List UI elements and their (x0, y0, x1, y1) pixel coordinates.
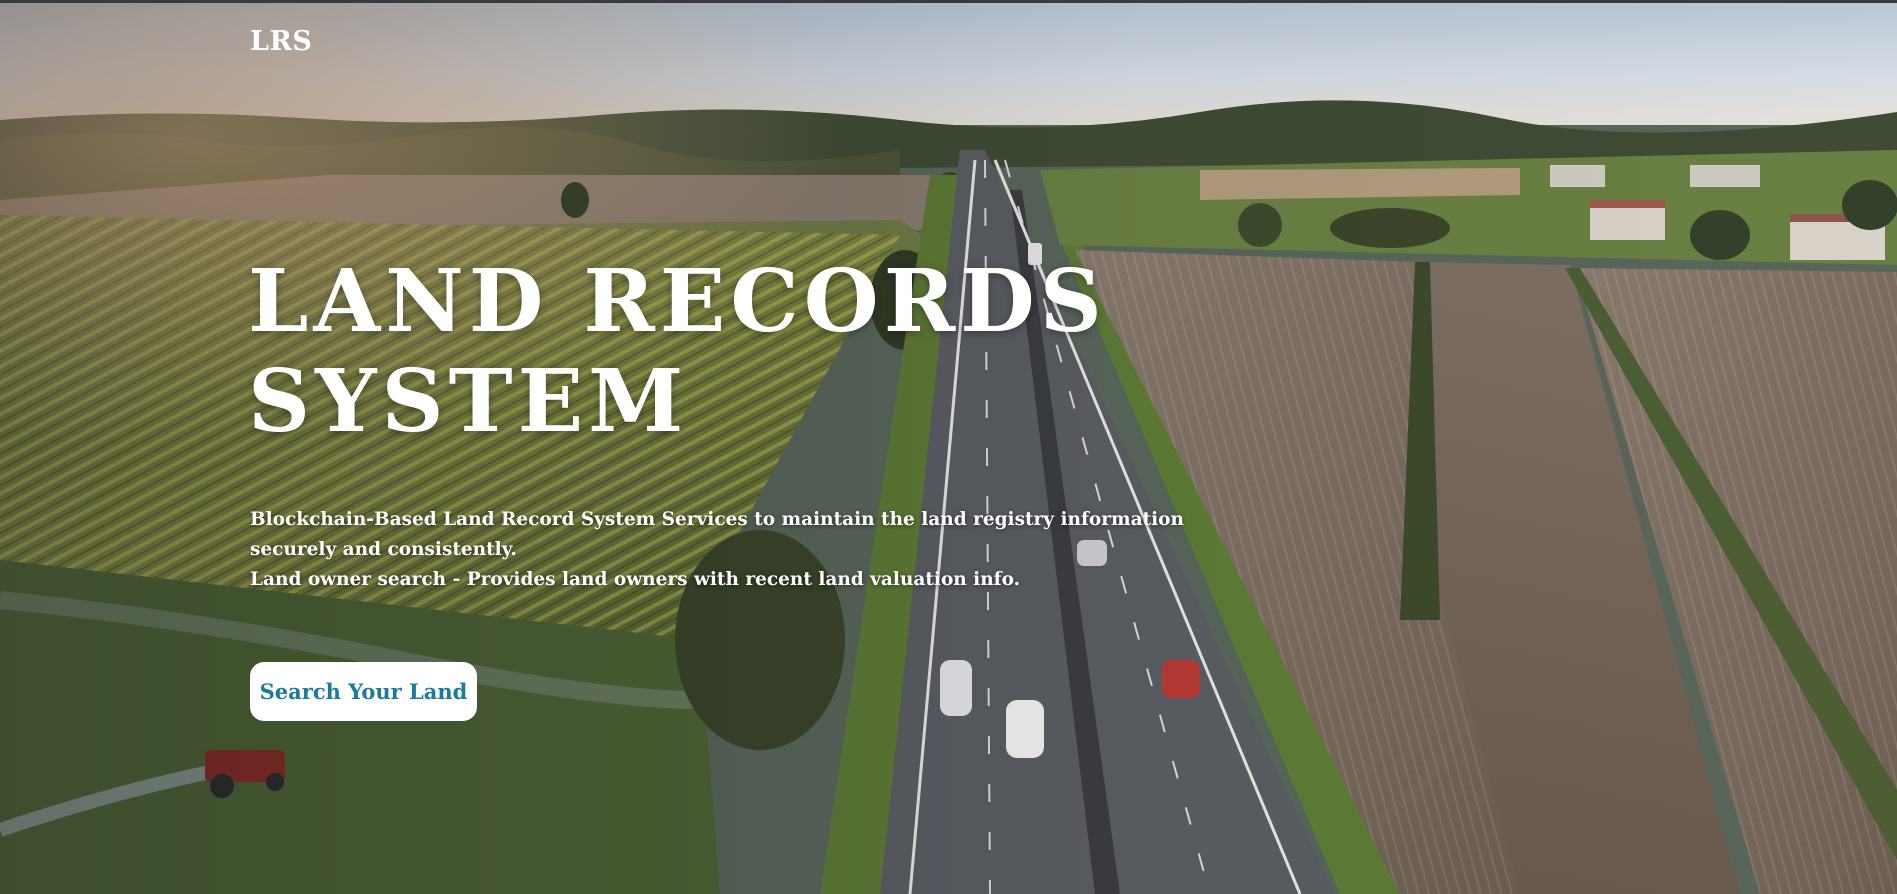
brand-logo[interactable]: LRS (250, 26, 312, 57)
hero-title: LAND RECORDS SYSTEM (248, 252, 1107, 452)
hero-description: Blockchain-Based Land Record System Serv… (250, 505, 1210, 595)
search-your-land-button[interactable]: Search Your Land (250, 662, 477, 721)
hero-description-line-2: Land owner search - Provides land owners… (250, 569, 1021, 590)
landing-page: LRS LAND RECORDS SYSTEM Blockchain-Based… (0, 0, 1897, 894)
hero-description-line-1: Blockchain-Based Land Record System Serv… (250, 509, 1184, 560)
hero-title-line-2: SYSTEM (248, 351, 689, 452)
top-border (0, 0, 1897, 3)
hero-title-line-1: LAND RECORDS (248, 251, 1107, 352)
